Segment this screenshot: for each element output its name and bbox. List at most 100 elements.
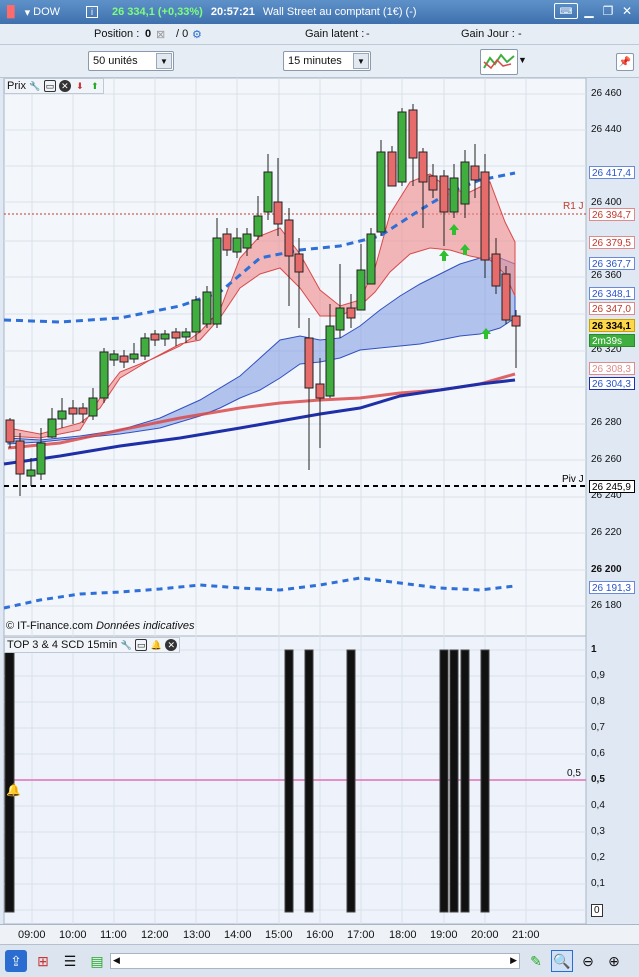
price-chart-panel[interactable]: Prix 🔧 ▭ ✕ ⬇ ⬆ 26 460 26 440 26 400 26 3… [0,78,639,636]
title-bar: ▐▌ ▾ DOW i 26 334,1 (+0,33%) 20:57:21 Wa… [0,0,639,24]
time-tick: 13:00 [183,929,211,941]
time-axis: 09:00 10:00 11:00 12:00 13:00 14:00 15:0… [0,924,639,944]
indicator-svg[interactable] [0,636,639,924]
y-tick: 26 460 [591,88,622,99]
settings-icon[interactable]: ⚙ [192,28,202,41]
wrench-icon[interactable]: 🔧 [29,80,41,92]
minimize-icon[interactable]: ▁ [581,3,597,19]
panel-title: Prix [7,80,26,92]
y-tick: 0,1 [591,878,605,889]
time-tick: 19:00 [430,929,458,941]
chart-toolbar: 50 unités ▼ 15 minutes ▼ ▼ 📌 [0,45,639,78]
scroll-left-icon[interactable]: ◀ [113,955,120,966]
data-credit: © IT-Finance.com Données indicatives [6,620,194,632]
chevron-down-icon[interactable]: ▼ [518,55,527,65]
y-tick: 0,4 [591,800,605,811]
price-tag: 26 379,5 [589,236,635,249]
zoom-out-icon[interactable]: ⊖ [577,950,599,972]
y-tick: 26 280 [591,417,622,428]
window-icon[interactable]: ▭ [135,639,148,651]
candlestick-icon[interactable]: ▐▌ [0,0,22,24]
time-tick: 10:00 [59,929,87,941]
position-value: 0 [145,28,152,40]
add-indicator-icon[interactable]: ⊞ [32,950,54,972]
chart-style-icon[interactable] [480,49,518,75]
price-tag: 26 347,0 [589,302,635,315]
keyboard-icon[interactable]: ⌨ [554,3,578,19]
wrench-icon[interactable]: 🔧 [120,639,132,651]
y-tick: 0 [591,904,603,917]
chevron-down-icon[interactable]: ▼ [353,53,369,69]
indicator-panel[interactable]: TOP 3 & 4 SCD 15min 🔧 ▭ 🔔 ✕ 🔔 0,5 1 0,9 … [0,636,639,924]
y-tick: 26 400 [591,197,622,208]
countdown-tag: 2m39s [589,334,635,347]
price-tag: 26 348,1 [589,287,635,300]
chevron-down-icon[interactable]: ▼ [156,53,172,69]
price-tag: 26 367,7 [589,257,635,270]
cancel-position-icon[interactable]: ⊠ [156,28,165,41]
scroll-right-icon[interactable]: ▶ [510,955,517,966]
close-icon[interactable]: ✕ [58,80,71,92]
list-icon[interactable]: ☰ [59,950,81,972]
time-tick: 18:00 [389,929,417,941]
move-up-icon[interactable]: ⬆ [89,80,101,92]
price-change: 26 334,1 (+0,33%) [112,6,203,18]
alert-icon[interactable]: 🔔 [150,639,162,651]
y-tick: 26 360 [591,270,622,281]
time-tick: 17:00 [347,929,375,941]
price-tag: 26 394,7 [589,208,635,221]
pivot-label: Piv J [562,474,584,485]
time-tick: 20:00 [471,929,499,941]
move-down-icon[interactable]: ⬇ [74,80,86,92]
units-select[interactable]: 50 unités ▼ [88,51,174,71]
units-select-value: 50 unités [93,55,138,67]
time-tick: 09:00 [18,929,46,941]
restore-icon[interactable]: ❐ [600,3,616,19]
instrument-name: Wall Street au comptant (1€) (-) [262,6,417,18]
info-icon[interactable]: i [86,6,99,18]
share-icon[interactable]: ⇪ [5,950,27,972]
y-tick: 26 220 [591,527,622,538]
timeframe-select[interactable]: 15 minutes ▼ [283,51,371,71]
r1-label: R1 J [563,201,584,212]
y-tick: 0,5 [591,774,605,785]
time-tick: 14:00 [224,929,252,941]
y-tick: 1 [591,644,597,655]
timeframe-select-value: 15 minutes [288,55,342,67]
y-tick: 26 200 [591,564,622,575]
indicators-icon[interactable]: ▤ [86,950,108,972]
time-tick: 16:00 [306,929,334,941]
time-scrollbar[interactable]: ◀ ▶ [110,953,520,969]
bell-icon[interactable]: 🔔 [6,783,21,797]
time-tick: 15:00 [265,929,293,941]
price-chart-svg[interactable] [0,78,639,636]
y-tick: 26 440 [591,124,622,135]
position-label: Position : [94,28,140,40]
position-info-bar: Position : 0 ⊠ / 0 ⚙ Gain latent : - Gai… [0,24,639,45]
y-tick: 0,2 [591,852,605,863]
chevron-down-icon[interactable]: ▾ [22,0,34,24]
draw-tool-icon[interactable]: ✎ [525,950,547,972]
gain-jour-label: Gain Jour : [461,28,515,40]
indicator-panel-header: TOP 3 & 4 SCD 15min 🔧 ▭ 🔔 ✕ [4,637,181,653]
time-tick: 12:00 [141,929,169,941]
indicator-title: TOP 3 & 4 SCD 15min [7,639,118,651]
price-tag: 26 308,3 [589,362,635,375]
pivot-price-tag: 26 245,9 [589,480,635,493]
gain-latent-value: - [366,28,370,40]
level-label: 0,5 [567,768,581,779]
y-tick: 0,3 [591,826,605,837]
pin-icon[interactable]: 📌 [616,53,634,71]
y-tick: 26 180 [591,600,622,611]
zoom-in-icon[interactable]: ⊕ [603,950,625,972]
symbol-label[interactable]: DOW [33,6,60,18]
price-tag: 26 417,4 [589,166,635,179]
close-icon[interactable]: ✕ [165,639,178,651]
y-tick: 0,6 [591,748,605,759]
window-icon[interactable]: ▭ [43,80,56,92]
gain-latent-label: Gain latent : [305,28,365,40]
zoom-icon[interactable]: 🔍 [551,950,573,972]
clock-time: 20:57:21 [210,6,255,18]
close-icon[interactable]: ✕ [619,3,635,19]
y-tick: 0,8 [591,696,605,707]
